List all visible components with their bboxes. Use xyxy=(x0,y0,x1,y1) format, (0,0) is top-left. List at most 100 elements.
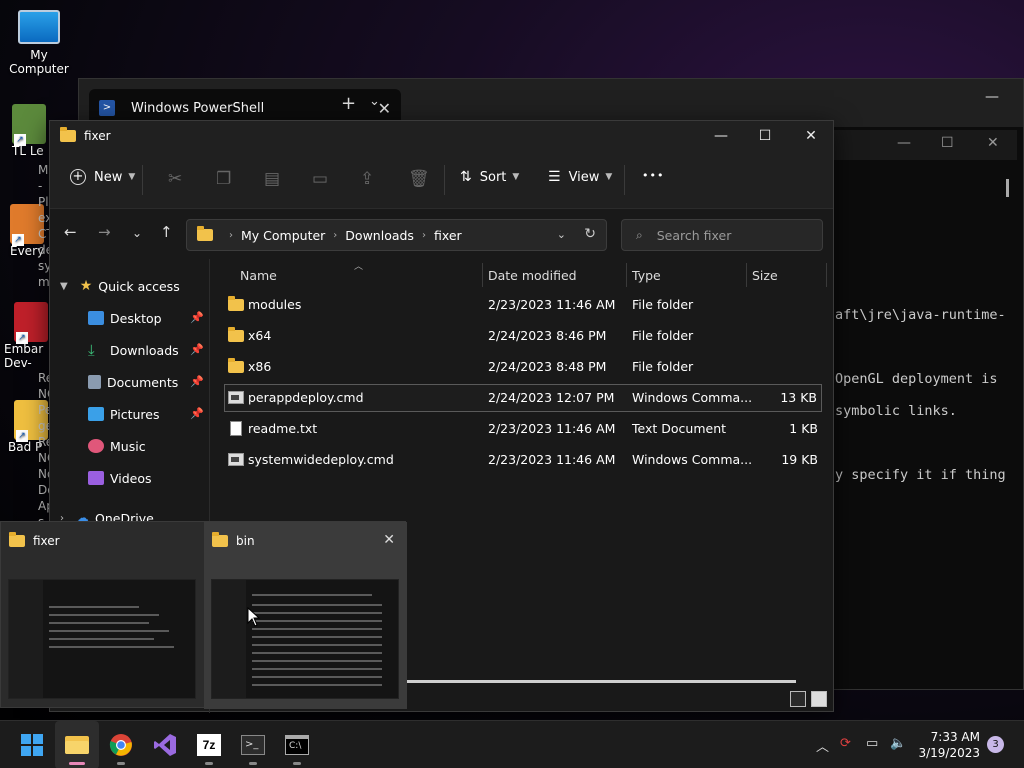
file-row[interactable]: modules 2/23/2023 11:46 AM File folder xyxy=(224,291,822,319)
7zip-icon: 7z xyxy=(197,734,221,756)
terminal-tab-title: Windows PowerShell xyxy=(131,100,265,116)
file-type: File folder xyxy=(632,359,694,374)
folder-icon xyxy=(212,532,228,547)
column-header-type[interactable]: Type xyxy=(632,259,661,291)
terminal-line: OpenGL deployment is xyxy=(835,371,998,387)
file-row[interactable]: readme.txt 2/23/2023 11:46 AM Text Docum… xyxy=(224,415,822,443)
view-button[interactable]: ☰ View ▼ xyxy=(548,169,612,185)
column-header-name[interactable]: Name xyxy=(240,259,277,291)
minimize-icon[interactable]: — xyxy=(985,89,999,105)
volume-icon[interactable]: 🔈 xyxy=(890,736,906,751)
thumbnail-bin[interactable]: bin ✕ xyxy=(204,522,407,709)
folder-icon xyxy=(60,127,76,142)
taskbar-terminal[interactable]: >_ xyxy=(231,721,275,768)
sidebar-item-desktop[interactable]: Desktop xyxy=(88,306,162,330)
start-button[interactable] xyxy=(10,721,54,768)
sidebar-item-label: Downloads xyxy=(110,342,179,358)
close-button[interactable]: ✕ xyxy=(788,121,834,151)
file-row[interactable]: x64 2/24/2023 8:46 PM File folder xyxy=(224,322,822,350)
powershell-icon: > xyxy=(99,100,115,116)
chevron-down-icon[interactable]: ⌄ xyxy=(557,228,566,241)
close-icon[interactable]: ✕ xyxy=(383,532,395,548)
clock[interactable]: 7:33 AM 3/19/2023 xyxy=(914,729,980,761)
thumbnail-title: fixer xyxy=(33,534,60,548)
details-view-icon[interactable] xyxy=(790,691,806,707)
folder-icon xyxy=(9,532,25,547)
taskbar-chrome[interactable] xyxy=(99,721,143,768)
taskbar-visual-studio[interactable] xyxy=(143,721,187,768)
search-box[interactable]: ⌕ Search fixer xyxy=(621,219,823,251)
chevron-down-icon[interactable]: ⌄ xyxy=(369,94,380,109)
notification-badge[interactable]: 3 xyxy=(987,736,1004,753)
column-header-date[interactable]: Date modified xyxy=(488,259,577,291)
column-divider[interactable] xyxy=(482,263,483,287)
sort-label: Sort xyxy=(479,169,507,185)
minimize-button[interactable]: — xyxy=(698,121,744,151)
search-icon: ⌕ xyxy=(636,227,643,242)
folder-icon xyxy=(228,327,244,342)
taskbar-console[interactable]: C:\ xyxy=(275,721,319,768)
column-header-size[interactable]: Size xyxy=(752,259,778,291)
column-divider[interactable] xyxy=(826,263,827,287)
file-row[interactable]: systemwidedeploy.cmd 2/23/2023 11:46 AM … xyxy=(224,446,822,474)
pin-icon[interactable]: 📌 xyxy=(190,343,204,356)
share-button[interactable]: ⇪ xyxy=(360,169,374,189)
forward-arrow-icon[interactable]: → xyxy=(98,223,111,241)
refresh-icon[interactable]: ↻ xyxy=(584,226,596,242)
maximize-icon[interactable]: ☐ xyxy=(941,135,954,151)
window-title: fixer xyxy=(84,129,111,143)
tiles-view-icon[interactable] xyxy=(811,691,827,707)
delete-button[interactable]: 🗑 xyxy=(408,169,430,189)
breadcrumb-item[interactable]: Downloads xyxy=(345,228,414,243)
sidebar-item-documents[interactable]: Documents xyxy=(88,370,178,394)
new-button[interactable]: + New ▼ xyxy=(70,169,135,185)
network-icon[interactable]: ▭ xyxy=(866,736,878,751)
address-bar[interactable]: › My Computer › Downloads › fixer ⌄ ↻ xyxy=(186,219,607,251)
column-divider[interactable] xyxy=(626,263,627,287)
up-arrow-icon[interactable]: ↑ xyxy=(160,223,173,241)
paste-button[interactable]: ▤ xyxy=(264,169,280,189)
taskbar-7zip[interactable]: 7z xyxy=(187,721,231,768)
taskbar-file-explorer[interactable] xyxy=(55,721,99,768)
sidebar-item-music[interactable]: Music xyxy=(88,434,146,458)
file-row[interactable]: x86 2/24/2023 8:48 PM File folder xyxy=(224,353,822,381)
chevron-up-icon[interactable]: ︿ xyxy=(816,736,829,755)
pin-icon[interactable]: 📌 xyxy=(190,407,204,420)
thumbnail-fixer[interactable]: fixer xyxy=(1,522,204,709)
column-divider[interactable] xyxy=(746,263,747,287)
new-tab-icon[interactable]: + xyxy=(341,93,356,114)
shortcut-arrow-icon: ↗ xyxy=(14,134,26,146)
console-icon: C:\ xyxy=(285,735,309,755)
sidebar-item-videos[interactable]: Videos xyxy=(88,466,152,490)
back-arrow-icon[interactable]: ← xyxy=(64,223,77,241)
maximize-button[interactable]: ☐ xyxy=(742,121,788,151)
sidebar-item-quick-access[interactable]: ▼ ★ Quick access xyxy=(60,274,180,298)
scrollbar[interactable] xyxy=(1006,179,1009,197)
close-icon[interactable]: ✕ xyxy=(987,135,999,151)
pin-icon[interactable]: 📌 xyxy=(190,375,204,388)
desktop-icon-tl[interactable]: ↗ TL Le xyxy=(0,104,50,158)
breadcrumb-item[interactable]: My Computer xyxy=(241,228,325,243)
title-bar[interactable]: fixer — ☐ ✕ xyxy=(50,121,833,151)
cut-button[interactable]: ✂ xyxy=(168,169,182,189)
desktop-icon-my-computer[interactable]: My Computer xyxy=(0,10,78,76)
desktop-icon-label: Embar Dev- xyxy=(4,342,44,370)
breadcrumb-item[interactable]: fixer xyxy=(434,228,462,243)
copy-button[interactable]: ❐ xyxy=(216,169,231,189)
file-row-selected[interactable]: perappdeploy.cmd 2/24/2023 12:07 PM Wind… xyxy=(224,384,822,412)
document-icon xyxy=(88,375,101,389)
minimize-icon[interactable]: — xyxy=(897,135,911,151)
file-name: x86 xyxy=(248,359,272,374)
sidebar-item-pictures[interactable]: Pictures xyxy=(88,402,160,426)
sort-button[interactable]: ⇅ Sort ▼ xyxy=(460,169,519,185)
pin-icon[interactable]: 📌 xyxy=(190,311,204,324)
horizontal-scrollbar[interactable] xyxy=(406,680,796,683)
sidebar-item-downloads[interactable]: ⤓ Downloads xyxy=(88,338,179,362)
sync-icon[interactable]: ⟳ xyxy=(840,736,851,751)
file-name: x64 xyxy=(248,328,272,343)
visual-studio-icon xyxy=(154,734,176,756)
rename-button[interactable]: ▭ xyxy=(312,169,328,189)
more-options-button[interactable]: ••• xyxy=(642,169,664,182)
recent-chevron-icon[interactable]: ⌄ xyxy=(132,226,142,240)
desktop-icon-embarcadero[interactable]: ↗ Embar Dev- xyxy=(0,302,50,370)
